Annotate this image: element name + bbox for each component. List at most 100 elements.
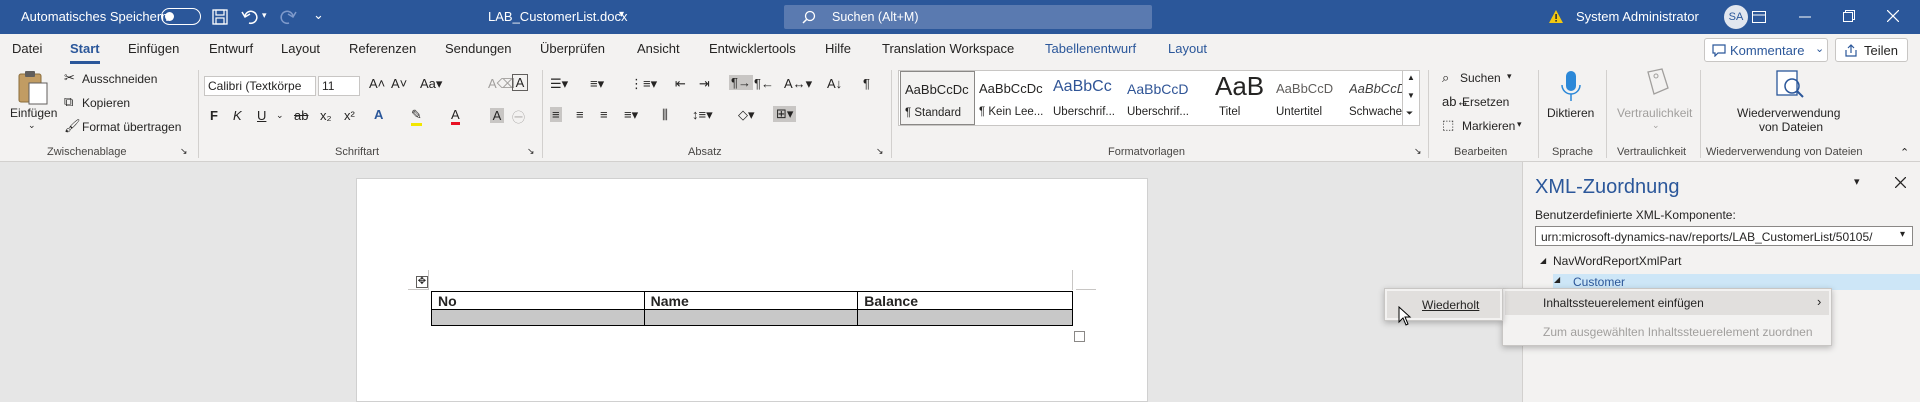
multilevel-list-icon[interactable]: ⋮≡▾ [630, 76, 657, 92]
document-title[interactable]: LAB_CustomerList.docx [488, 9, 627, 24]
style-subtitle[interactable]: AaBbCcD Untertitel [1272, 71, 1347, 125]
borders-icon[interactable]: ⊞▾ [773, 106, 797, 122]
styles-more-icon[interactable]: ⏷ [1406, 108, 1413, 119]
paste-icon[interactable] [16, 70, 50, 106]
format-painter-label[interactable]: Format übertragen [82, 120, 181, 134]
text-effects-box-icon[interactable]: A [512, 74, 528, 91]
replace-label[interactable]: Ersetzen [1462, 95, 1509, 109]
font-size-combo[interactable]: 11 [318, 76, 360, 96]
clear-formatting-icon[interactable]: A⌫ [488, 76, 515, 92]
tab-help[interactable]: Hilfe [825, 41, 851, 56]
customize-qat-icon[interactable]: ⌄ [313, 7, 324, 23]
dictate-label[interactable]: Diktieren [1547, 106, 1594, 120]
xml-component-select[interactable]: urn:microsoft-dynamics-nav/reports/LAB_C… [1535, 226, 1913, 246]
reuse-label-line2[interactable]: von Dateien [1759, 120, 1823, 134]
undo-dropdown-icon[interactable]: ▾ [262, 10, 267, 21]
increase-indent-icon[interactable]: ⇥ [699, 76, 710, 92]
subscript-icon[interactable]: x₂ [320, 108, 332, 123]
microphone-icon[interactable] [1560, 70, 1582, 104]
style-heading-2[interactable]: AaBbCcD Überschrif... [1123, 71, 1198, 125]
tab-layout[interactable]: Layout [281, 41, 320, 56]
font-launcher-icon[interactable]: ↘ [527, 146, 535, 157]
tab-references[interactable]: Referenzen [349, 41, 416, 56]
comments-button[interactable]: Kommentare ⌄ [1704, 38, 1828, 62]
menu-repeating[interactable]: Wiederholt [1422, 298, 1479, 312]
change-case-icon[interactable]: Aa▾ [420, 76, 442, 92]
bullets-icon[interactable]: ☰▾ [550, 76, 568, 92]
minimize-icon[interactable] [1799, 16, 1811, 18]
cut-icon[interactable]: ✂ [64, 70, 75, 86]
styles-scroll-down-icon[interactable]: ▼ [1407, 91, 1415, 100]
rtl-icon[interactable]: ¶← [754, 76, 774, 91]
tree-node-customer[interactable]: Customer [1573, 275, 1625, 289]
search-box[interactable]: Suchen (Alt+M) [784, 5, 1152, 29]
ltr-icon[interactable]: ¶→ [729, 75, 753, 90]
numbering-icon[interactable]: ≡▾ [590, 76, 604, 92]
styles-launcher-icon[interactable]: ↘ [1414, 146, 1422, 157]
format-painter-icon[interactable]: 🖌 [64, 118, 81, 134]
find-icon[interactable]: ⌕ [1442, 70, 1449, 86]
tree-node-root[interactable]: NavWordReportXmlPart [1553, 254, 1681, 268]
collapse-ribbon-icon[interactable]: ⌃ [1900, 146, 1909, 159]
cut-label[interactable]: Ausschneiden [82, 72, 157, 86]
close-icon[interactable] [1887, 10, 1899, 22]
distributed-icon[interactable]: ⫼ [662, 107, 668, 123]
header-cell-no[interactable]: No [431, 291, 645, 310]
select-label[interactable]: Markieren [1462, 119, 1515, 133]
text-effects-icon[interactable]: A [374, 107, 383, 122]
paste-dropdown-icon[interactable]: ⌄ [28, 120, 36, 131]
undo-icon[interactable] [241, 8, 259, 26]
restore-icon[interactable] [1843, 10, 1855, 22]
tab-insert[interactable]: Einfügen [128, 41, 179, 56]
share-button[interactable]: Teilen [1835, 38, 1908, 62]
tab-view[interactable]: Ansicht [637, 41, 680, 56]
tab-mailings[interactable]: Sendungen [445, 41, 512, 56]
pane-close-icon[interactable] [1895, 177, 1906, 188]
menu-insert-content-control[interactable]: Inhaltssteuerelement einfügen [1543, 296, 1704, 310]
enclose-characters-icon[interactable]: ㊀ [512, 107, 525, 126]
header-cell-name[interactable]: Name [643, 291, 859, 310]
tab-review[interactable]: Überprüfen [540, 41, 605, 56]
grow-font-icon[interactable]: A˄ [369, 76, 385, 91]
shading-icon[interactable]: ◇▾ [738, 107, 755, 123]
save-icon[interactable] [212, 9, 228, 25]
copy-icon[interactable]: ⧉ [64, 94, 73, 110]
font-color-icon[interactable]: A [451, 107, 460, 125]
highlight-icon[interactable]: ✎ [411, 107, 422, 126]
tab-file[interactable]: Datei [12, 41, 42, 56]
user-name[interactable]: System Administrator [1576, 9, 1699, 24]
tab-table-design[interactable]: Tabellenentwurf [1045, 41, 1136, 56]
autosave-toggle[interactable] [161, 8, 201, 25]
clipboard-launcher-icon[interactable]: ↘ [180, 146, 188, 157]
italic-icon[interactable]: K [233, 108, 242, 123]
title-dropdown-icon[interactable]: ▾ [619, 9, 624, 20]
style-no-spacing[interactable]: AaBbCcDc ¶ Kein Lee... [975, 71, 1050, 125]
find-dropdown-icon[interactable]: ▾ [1507, 71, 1512, 82]
font-name-combo[interactable]: Calibri (Textkörpe [204, 76, 316, 96]
header-cell-balance[interactable]: Balance [857, 291, 1073, 310]
underline-icon[interactable]: U [257, 108, 266, 123]
tab-home[interactable]: Start [70, 41, 100, 56]
styles-scroll-up-icon[interactable]: ▲ [1407, 73, 1415, 82]
find-label[interactable]: Suchen [1460, 71, 1501, 85]
show-formatting-icon[interactable]: ¶ [863, 76, 870, 91]
sort-icon[interactable]: A↓ [827, 76, 842, 91]
avatar[interactable]: SA [1724, 5, 1748, 29]
paragraph-launcher-icon[interactable]: ↘ [876, 146, 884, 157]
select-dropdown-icon[interactable]: ▾ [1517, 119, 1522, 130]
style-standard[interactable]: AaBbCcDc ¶ Standard [900, 71, 975, 125]
strikethrough-icon[interactable]: ab [294, 108, 308, 123]
select-icon[interactable]: ⬚ [1442, 117, 1454, 133]
tab-table-layout[interactable]: Layout [1168, 41, 1207, 56]
tree-expand-icon[interactable]: ◢ [1540, 256, 1546, 265]
asian-layout-icon[interactable]: A↔▾ [784, 76, 812, 92]
table-cell[interactable] [431, 309, 645, 326]
underline-dropdown-icon[interactable]: ⌄ [276, 110, 284, 121]
align-left-icon[interactable]: ≡ [550, 107, 562, 122]
reuse-label-line1[interactable]: Wiederverwendung [1737, 106, 1840, 120]
customer-table[interactable]: No Name Balance [431, 291, 1073, 326]
align-right-icon[interactable]: ≡ [600, 107, 608, 122]
tab-design[interactable]: Entwurf [209, 41, 253, 56]
shrink-font-icon[interactable]: A˅ [391, 76, 407, 91]
bold-icon[interactable]: F [210, 108, 218, 123]
